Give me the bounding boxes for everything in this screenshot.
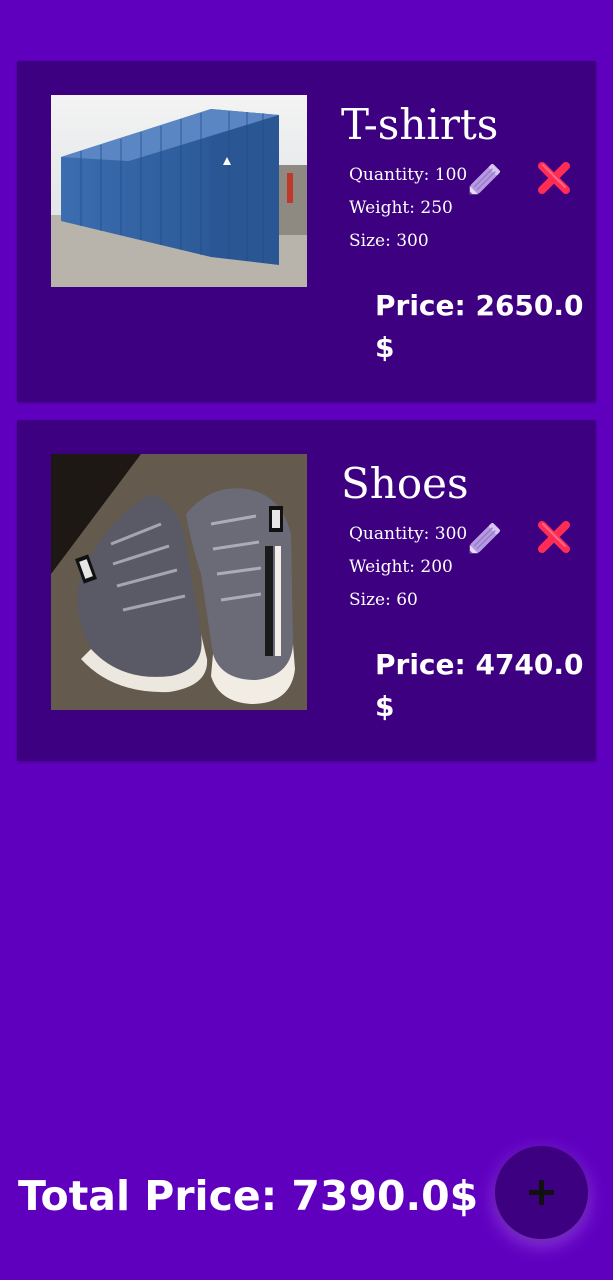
delete-button[interactable] [535,159,573,197]
product-size: Size: 60 [349,590,418,610]
product-weight: Weight: 250 [349,198,453,218]
cross-mark-icon [535,159,573,197]
product-price: Price: 4740.0 $ [375,648,584,723]
product-quantity: Quantity: 100 [349,165,468,185]
pencil-icon [463,155,509,201]
product-image [51,95,307,351]
product-quantity: Quantity: 300 [349,524,468,544]
edit-button[interactable] [463,514,509,560]
total-price: Total Price: 7390.0$ [18,1172,479,1220]
product-card-tshirts: T-shirts Quantity: 100 Weight: 250 Size:… [17,61,596,402]
plus-icon [529,1180,554,1205]
product-card-shoes: Shoes Quantity: 300 Weight: 200 Size: 60… [17,420,596,761]
add-product-button[interactable] [495,1146,588,1239]
product-image [51,454,307,710]
product-name: T-shirts [341,100,499,149]
pencil-icon [463,514,509,560]
product-size: Size: 300 [349,231,429,251]
product-price: Price: 2650.0 $ [375,289,584,364]
edit-button[interactable] [463,155,509,201]
product-name: Shoes [341,459,469,508]
delete-button[interactable] [535,518,573,556]
cross-mark-icon [535,518,573,556]
product-weight: Weight: 200 [349,557,453,577]
